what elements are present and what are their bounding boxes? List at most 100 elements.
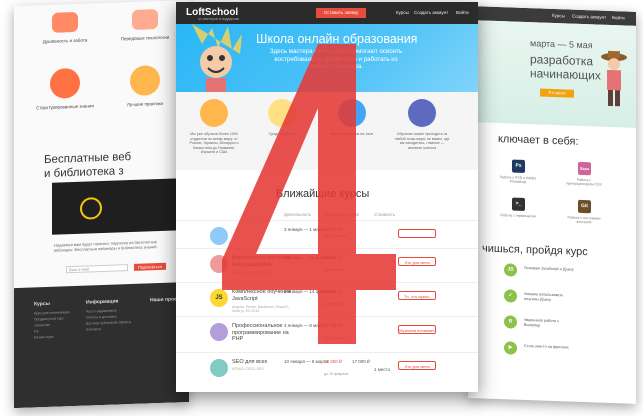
enroll-button[interactable]: Это для меня [398,257,436,266]
table-header: Предварительная [324,212,359,217]
footer-link[interactable]: Javascript [34,323,50,328]
footer-link[interactable]: Оплата и доставка [86,315,117,320]
left-page-screenshot: Душевность и забота Передовые технологии… [14,0,189,409]
table-header: Длительность [284,212,312,217]
puzzle-icon [50,67,80,99]
course-price-note: до февраля [324,268,344,272]
nav-link[interactable]: Создать аккаунт [572,14,606,20]
php-icon [210,323,228,341]
footer-link[interactable]: Часто задаваемые [86,309,117,314]
right-page-screenshot: Курсы Создать аккаунт Войти марта — 5 ма… [468,6,636,404]
javascript-icon: JS [504,263,517,277]
feature-label: Структурированные знания [36,103,94,111]
footer-link[interactable]: Курс для начинающих [34,310,70,315]
seo-icon [210,359,228,377]
course-price-note: до 6 февраля [324,336,347,340]
webdev-icon [210,255,228,273]
course-row[interactable]: Профессиональное программирование на PHP… [176,316,478,353]
tool-caption: Работа с терминалом [500,213,536,219]
footer-link[interactable]: Договор публичной оферты [86,320,131,326]
play-icon[interactable] [80,197,102,220]
hero: Школа онлайн образования Здесь мастера с… [176,24,478,92]
learn-item: Уверенная работа с Bootstrap [524,317,560,328]
hero-title-line: начинающих [530,66,601,83]
table-header: Стоимость [374,212,395,217]
enroll-button[interactable]: Мужчина понимает [398,325,436,334]
course-price-note: до февраля [324,302,344,306]
enroll-button[interactable]: Это для меня [398,361,436,370]
play-icon: ▶ [504,341,517,355]
title-line: и библиотека з [44,165,124,181]
feature-label: Передовые технологии [120,34,170,42]
course-price: 19 000 ₽ [324,289,342,294]
course-row[interactable]: SEO для всех HTML5, CSS3, SEO 10 января … [176,352,478,389]
apply-button[interactable]: Оставить заявку [316,8,366,18]
footer-link[interactable]: Git [34,329,38,333]
email-input[interactable]: Ваш e-mail [66,264,128,274]
bootstrap-icon: B [504,315,517,329]
footer: Курсы Курс для начинающих Продвинутый ку… [14,282,189,409]
cowboy-mascot-icon [601,50,627,107]
section-title: Бесплатные веб и библиотека з [44,150,131,181]
feature-text: Мы уже обучили более 1000 студентов по в… [189,132,239,155]
course-row[interactable]: Комплексное обучение веб-разработке HTML… [176,248,478,285]
course-price-full: 17 000 ₽ [352,359,370,364]
hero-title: Школа онлайн образования [256,32,418,46]
nav-link[interactable]: Войти [612,15,625,20]
course-price-note: до 10 февраля [324,372,349,376]
nav-link[interactable]: Курсы [552,13,565,18]
logo-subtitle: от мастеров в поддержке [198,17,240,21]
courses-title: Ближайшие курсы [276,188,370,200]
photoshop-icon: Ps [512,159,525,173]
people-icon [200,99,228,127]
course-tags: HTML5, CSS3, JQUERY [232,271,271,275]
footer-link[interactable]: Продвинутый курс [34,316,64,321]
feature-text: Средн на рынок [268,132,296,136]
enroll-button[interactable] [398,229,436,238]
footer-link[interactable]: Бизнес-курс [34,335,54,340]
top-nav: LoftSchool от мастеров в поддержке Остав… [176,2,478,24]
java-icon [338,99,366,127]
seats-left: 1 место [374,367,391,372]
hero-date: марта — 5 мая [530,38,593,51]
hero-title: разработка начинающих [530,52,601,82]
learn-item: Умению использовать плагины jQuery [524,291,563,302]
promo-collage: Душевность и забота Передовые технологии… [0,0,643,416]
enroll-button[interactable]: То, что нужно [398,291,436,300]
coins-icon [268,99,296,127]
sass-icon: Sass [578,161,591,176]
javascript-icon: JS [210,289,228,307]
tool-caption: Работа с препроцессором CSS [566,177,602,187]
course-row[interactable]: JS Комплексное обучение JavaScript Angul… [176,282,478,319]
terminal-icon: >_ [512,197,525,211]
join-button[interactable]: Я в деле! [540,88,574,98]
technology-icon [132,9,158,30]
video-player[interactable] [52,178,182,235]
course-dates: 4 января — 8 марта [284,323,326,328]
tool-caption: Работа с системами контроля [567,215,601,225]
course-dates: 3 января — 1 марта [284,227,326,232]
tool-caption: Работа с PSD в Adobe Photoshop [499,175,537,185]
subscribe-button[interactable]: Подписаться [134,262,166,271]
footer-heading: Информация [86,298,119,306]
globe-icon [408,99,436,127]
hero-lead: Здесь мастера своего дела помогают освои… [269,48,403,70]
footer-heading: Курсы [34,300,50,308]
mascot-icon [192,24,242,92]
footer-link[interactable]: Контакты [86,327,101,332]
feature-label: Душевность и забота [42,37,88,45]
course-icon [210,227,228,245]
lightbulb-icon [130,65,160,97]
course-price-note: до 1 февраля [324,234,347,238]
course-tags: Angular, Ember, Backbone, ReactJS, Node.… [232,305,290,313]
nav-link[interactable]: Курсы [396,10,409,15]
course-tags: HTML5, CSS3, SEO [232,367,264,371]
learn-title: чишься, пройдя курс [482,242,588,259]
course-price: 17 000 ₽ [324,323,342,328]
form-description: Надеемся вам будет полезно: подписка на … [54,239,158,253]
heart-icon [52,11,78,33]
git-icon: Git [578,199,591,214]
feature-text: Обучение может проходить из любой точки … [394,132,450,150]
nav-link[interactable]: Войти [456,10,469,15]
nav-link[interactable]: Создать аккаунт [414,10,448,15]
